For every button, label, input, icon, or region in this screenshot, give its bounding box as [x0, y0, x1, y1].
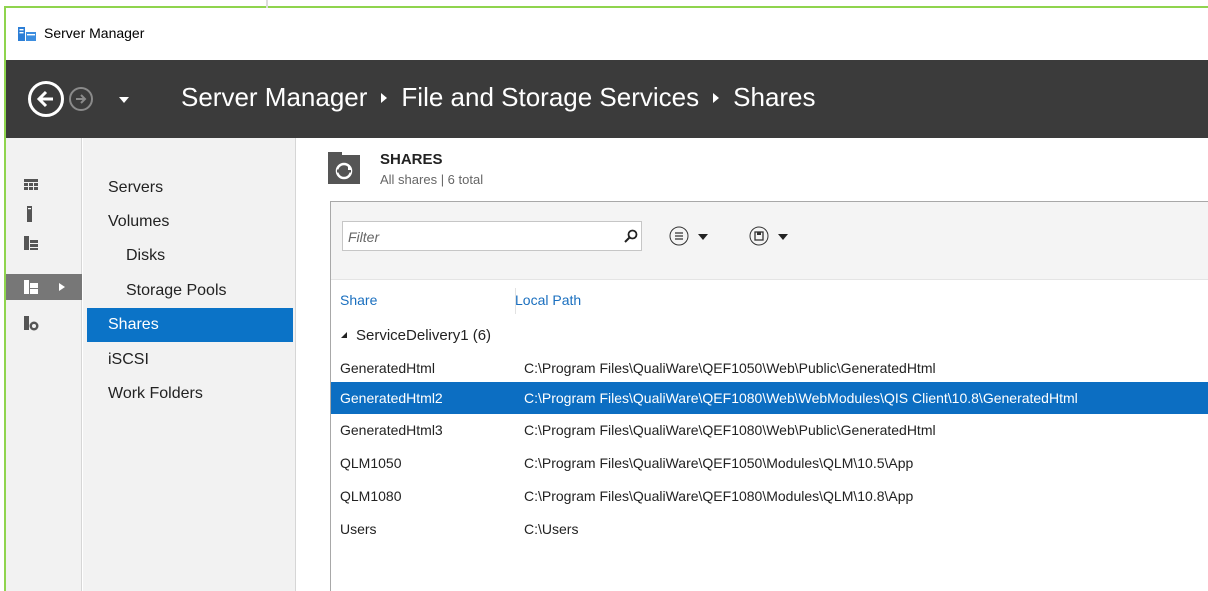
icon-rail: [6, 138, 82, 591]
filter-input[interactable]: [348, 227, 598, 247]
table-row[interactable]: GeneratedHtml2 C:\Program Files\QualiWar…: [331, 382, 1208, 414]
share-path: C:\Program Files\QualiWare\QEF1080\Web\P…: [524, 422, 936, 438]
table-row[interactable]: GeneratedHtml C:\Program Files\QualiWare…: [331, 352, 1208, 384]
share-name: GeneratedHtml2: [340, 390, 443, 406]
dropdown-caret-icon: [698, 234, 708, 240]
tile-toolbar: [331, 202, 1208, 280]
forward-button[interactable]: [69, 87, 93, 111]
table-row[interactable]: GeneratedHtml3 C:\Program Files\QualiWar…: [331, 414, 1208, 446]
share-path: C:\Users: [524, 521, 579, 537]
shares-tile: Share Local Path ServiceDelivery1 (6) Ge…: [330, 201, 1208, 591]
server-manager-window: Server Manager Server Manager File and S…: [0, 0, 1208, 591]
column-header-local-path[interactable]: Local Path: [515, 292, 581, 308]
rail-iis[interactable]: [6, 310, 82, 336]
breadcrumb-separator-icon: [381, 92, 388, 103]
share-name: Users: [340, 521, 377, 537]
expand-caret-icon: [59, 283, 65, 291]
header-bar: Server Manager File and Storage Services…: [6, 60, 1208, 138]
group-header[interactable]: ServiceDelivery1 (6): [331, 323, 1208, 351]
nav-item-servers[interactable]: Servers: [87, 171, 293, 205]
share-name: GeneratedHtml: [340, 360, 435, 376]
back-button[interactable]: [28, 81, 64, 117]
breadcrumb-file-storage[interactable]: File and Storage Services: [401, 82, 699, 113]
history-dropdown[interactable]: [119, 97, 129, 103]
nav-item-volumes[interactable]: Volumes: [87, 205, 293, 239]
nav-item-shares[interactable]: Shares: [87, 308, 293, 342]
save-options-button[interactable]: [749, 226, 791, 246]
rail-dashboard[interactable]: [6, 172, 82, 198]
search-icon[interactable]: [624, 229, 638, 243]
section-title: SHARES: [380, 151, 443, 168]
nav-item-disks[interactable]: Disks: [87, 239, 293, 273]
share-path: C:\Program Files\QualiWare\QEF1050\Modul…: [524, 455, 914, 471]
share-path: C:\Program Files\QualiWare\QEF1080\Web\W…: [524, 390, 1078, 406]
window-title: Server Manager: [44, 25, 145, 41]
title-bar: Server Manager: [6, 8, 1208, 60]
list-options-button[interactable]: [669, 226, 711, 246]
share-path: C:\Program Files\QualiWare\QEF1050\Web\P…: [524, 360, 936, 376]
nav-item-work-folders[interactable]: Work Folders: [87, 377, 293, 411]
save-options-icon: [749, 226, 769, 246]
dropdown-caret-icon: [778, 234, 788, 240]
share-name: GeneratedHtml3: [340, 422, 443, 438]
dashboard-icon: [24, 179, 38, 190]
nav-panel: Servers Volumes Disks Storage Pools Shar…: [83, 138, 296, 591]
share-name: QLM1050: [340, 455, 402, 471]
share-name: QLM1080: [340, 488, 402, 504]
breadcrumb-separator-icon: [713, 92, 720, 103]
main-content: SHARES All shares | 6 total Filter Share…: [297, 138, 1208, 591]
share-path: C:\Program Files\QualiWare\QEF1080\Modul…: [524, 488, 914, 504]
app-icon: [18, 27, 36, 41]
column-header: Share Local Path: [331, 280, 1208, 320]
breadcrumb-shares[interactable]: Shares: [733, 82, 815, 113]
table-row[interactable]: QLM1080 C:\Program Files\QualiWare\QEF10…: [331, 480, 1208, 512]
forward-arrow-icon: [76, 94, 87, 104]
rail-local-server[interactable]: [6, 201, 82, 227]
local-server-icon: [27, 206, 32, 222]
file-storage-icon: [24, 280, 38, 294]
rail-file-storage[interactable]: [6, 274, 82, 300]
nav-item-iscsi[interactable]: iSCSI: [87, 343, 293, 377]
column-header-share[interactable]: Share: [340, 292, 377, 308]
group-name: ServiceDelivery1: [356, 327, 469, 344]
shares-icon: [328, 152, 360, 184]
table-row[interactable]: Users C:\Users: [331, 513, 1208, 545]
breadcrumb-server-manager[interactable]: Server Manager: [181, 82, 367, 113]
iis-icon: [24, 316, 39, 331]
back-arrow-icon: [36, 90, 53, 108]
nav-item-storage-pools[interactable]: Storage Pools: [87, 274, 293, 308]
breadcrumb: Server Manager File and Storage Services…: [181, 82, 816, 113]
group-label: ServiceDelivery1 (6): [356, 327, 491, 344]
list-options-icon: [669, 226, 689, 246]
section-subtitle: All shares | 6 total: [380, 172, 484, 187]
rail-all-servers[interactable]: [6, 230, 82, 256]
collapse-triangle-icon[interactable]: [341, 332, 347, 338]
group-count: (6): [472, 327, 492, 344]
filter-box: [342, 221, 642, 251]
table-row[interactable]: QLM1050 C:\Program Files\QualiWare\QEF10…: [331, 447, 1208, 479]
tab-divider: [266, 0, 268, 8]
all-servers-icon: [24, 236, 38, 250]
